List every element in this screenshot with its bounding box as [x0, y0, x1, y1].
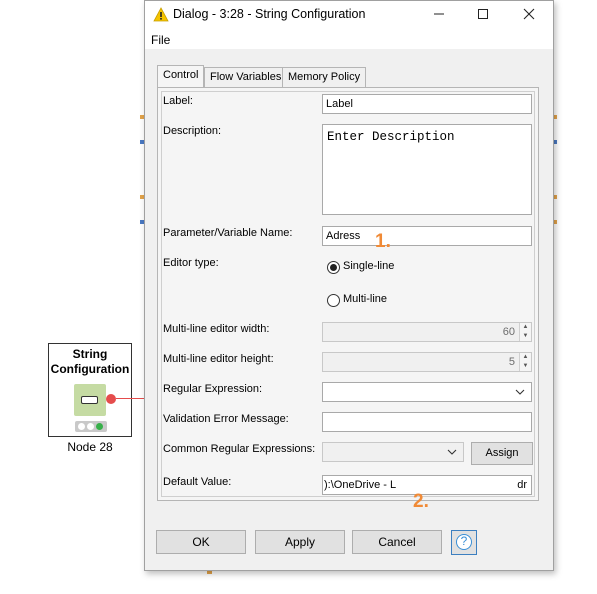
multiline-height-value: 5	[508, 356, 515, 368]
dialog-title: Dialog - 3:28 - String Configuration	[173, 7, 366, 21]
parameter-name-input[interactable]: Adress	[322, 226, 532, 246]
minimize-button[interactable]	[419, 3, 459, 27]
chevron-down-icon	[447, 449, 457, 455]
close-icon	[523, 8, 535, 20]
string-widget-icon[interactable]	[74, 384, 106, 416]
label-input[interactable]: Label	[322, 94, 532, 114]
menu-file[interactable]: File	[151, 33, 170, 47]
status-light-yellow	[87, 423, 94, 430]
validation-error-input[interactable]	[322, 412, 532, 432]
tab-memory-policy[interactable]: Memory Policy	[282, 67, 367, 87]
node-status-traffic-light	[75, 421, 107, 432]
multiline-width-value: 60	[502, 326, 515, 338]
ok-button[interactable]: OK	[156, 530, 246, 554]
annotation-one: 1.	[375, 231, 391, 252]
description-label: Description:	[163, 125, 222, 137]
minimize-icon	[434, 13, 444, 15]
common-regex-label: Common Regular Expressions:	[163, 443, 316, 455]
maximize-button[interactable]	[463, 3, 503, 27]
radio-selected-icon	[327, 261, 340, 274]
multiline-width-spinner[interactable]: 60 ▲ ▼	[322, 322, 532, 342]
apply-button[interactable]: Apply	[255, 530, 345, 554]
default-value-label: Default Value:	[163, 476, 232, 488]
radio-unselected-icon	[327, 294, 340, 307]
assign-button[interactable]: Assign	[471, 442, 533, 465]
spinner-arrows-icon[interactable]: ▲ ▼	[519, 323, 531, 341]
multiline-height-spinner[interactable]: 5 ▲ ▼	[322, 352, 532, 372]
spinner-arrows-icon[interactable]: ▲ ▼	[519, 353, 531, 371]
status-light-red	[78, 423, 85, 430]
multi-line-radio-label: Multi-line	[343, 293, 388, 305]
node-label[interactable]: Node 28	[40, 440, 140, 454]
chevron-down-icon	[515, 389, 525, 395]
help-icon: ?	[456, 534, 472, 550]
node-title-line1: String	[72, 347, 108, 361]
description-textarea[interactable]: Enter Description	[322, 124, 532, 215]
label-label: Label:	[163, 95, 193, 107]
node-title-line2: Configuration	[50, 362, 130, 376]
parameter-name-label: Parameter/Variable Name:	[163, 227, 293, 239]
string-configuration-dialog: Dialog - 3:28 - String Configuration Fil…	[144, 0, 554, 571]
common-regex-select[interactable]	[322, 442, 464, 462]
string-configuration-node[interactable]: String Configuration	[48, 343, 196, 437]
single-line-radio-label: Single-line	[343, 260, 395, 272]
editor-type-label: Editor type:	[163, 257, 219, 269]
tab-flow-variables[interactable]: Flow Variables	[204, 67, 288, 87]
text-field-icon	[81, 396, 98, 404]
validation-error-label: Validation Error Message:	[163, 413, 289, 425]
default-value-text-end: dr	[517, 479, 527, 491]
multiline-height-label: Multi-line editor height:	[163, 353, 274, 365]
close-button[interactable]	[509, 3, 549, 27]
annotation-two: 2.	[413, 491, 429, 512]
regular-expression-label: Regular Expression:	[163, 383, 263, 395]
title-bar[interactable]: Dialog - 3:28 - String Configuration	[145, 1, 553, 29]
tab-control[interactable]: Control	[157, 65, 205, 88]
warning-icon	[153, 7, 169, 22]
help-button[interactable]: ?	[451, 530, 477, 555]
regular-expression-combo[interactable]	[322, 382, 532, 402]
status-light-green	[96, 423, 103, 430]
multiline-width-label: Multi-line editor width:	[163, 323, 270, 335]
maximize-icon	[478, 9, 488, 19]
default-value-text: ):\OneDrive - L	[324, 479, 397, 491]
node-title: String Configuration	[49, 347, 131, 377]
menu-bar: File	[145, 29, 553, 49]
cancel-button[interactable]: Cancel	[352, 530, 442, 554]
output-port[interactable]	[106, 394, 116, 404]
